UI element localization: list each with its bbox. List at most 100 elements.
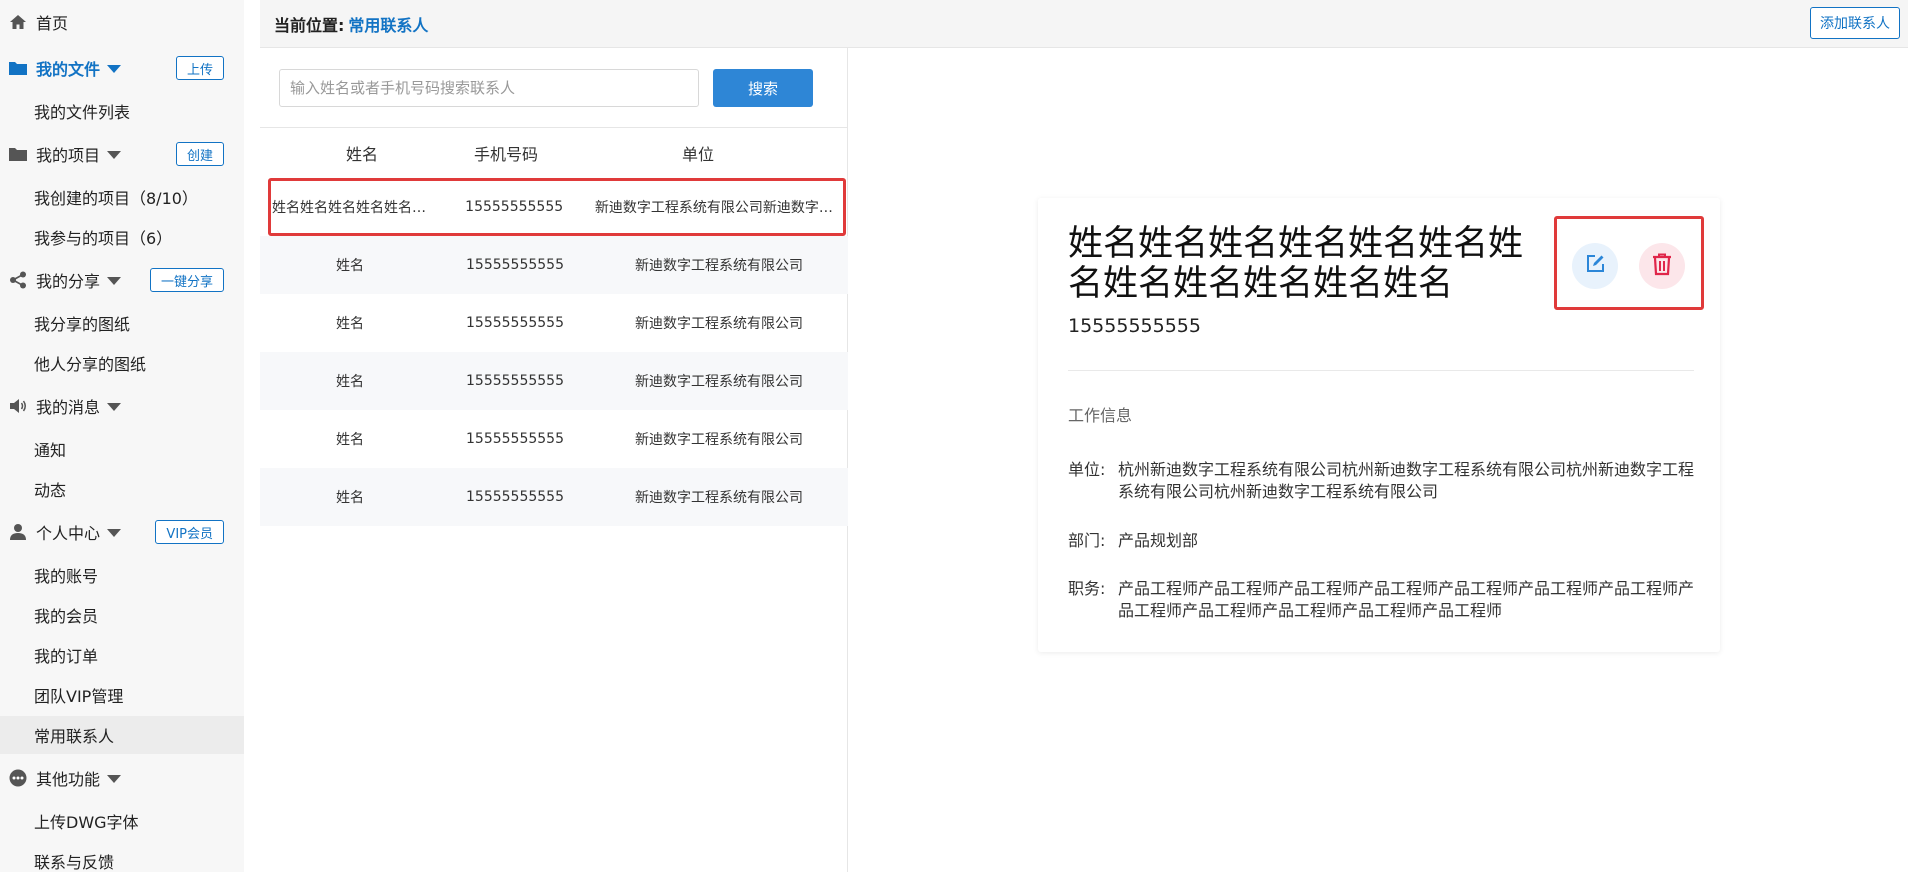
add-contact-button[interactable]: 添加联系人	[1810, 7, 1900, 39]
cell-company: 新迪数字工程系统有限公司	[635, 316, 803, 332]
breadcrumb-prefix: 当前位置:	[274, 15, 345, 35]
table-row[interactable]: 姓名 15555555555 新迪数字工程系统有限公司	[260, 410, 848, 468]
cell-name: 姓名	[336, 316, 364, 332]
table-row[interactable]: 姓名 15555555555 新迪数字工程系统有限公司	[260, 352, 848, 410]
cell-phone: 15555555555	[465, 199, 564, 215]
header-company: 单位	[681, 145, 714, 164]
sidebar-other-functions-label: 其他功能	[36, 770, 101, 789]
user-icon	[8, 522, 28, 542]
sidebar-group-personal-center[interactable]: 个人中心 VIP会员	[0, 512, 244, 552]
table-header: 姓名 手机号码 单位	[260, 128, 848, 178]
upload-button[interactable]: 上传	[175, 56, 224, 80]
cell-name: 姓名	[336, 490, 364, 506]
chevron-down-icon	[107, 403, 122, 411]
sidebar-item-upload-dwg-font[interactable]: 上传DWG字体	[0, 802, 244, 840]
sidebar-my-projects-label: 我的项目	[36, 146, 101, 165]
cell-company: 新迪数字工程系统有限公司	[635, 432, 803, 448]
sidebar-group-my-messages[interactable]: 我的消息	[0, 386, 244, 426]
sidebar-item-others-shared-drawings[interactable]: 他人分享的图纸	[0, 344, 244, 382]
department-label: 部门:	[1068, 531, 1106, 550]
contact-phone: 15555555555	[1068, 315, 1201, 337]
contact-card: 姓名姓名姓名姓名姓名姓名姓名姓名姓名姓名姓名姓名 15555555555 工作信…	[1038, 198, 1720, 652]
chevron-down-icon	[107, 775, 122, 783]
folder-icon	[8, 58, 28, 78]
company-field: 单位: 杭州新迪数字工程系统有限公司杭州新迪数字工程系统有限公司杭州新迪数字工程…	[1068, 459, 1694, 503]
sidebar-group-other-functions[interactable]: 其他功能	[0, 758, 244, 798]
chevron-down-icon	[107, 151, 122, 159]
sidebar-item-my-shared-drawings[interactable]: 我分享的图纸	[0, 304, 244, 342]
sidebar-item-my-membership[interactable]: 我的会员	[0, 596, 244, 634]
search-button[interactable]: 搜索	[713, 69, 813, 107]
cell-name: 姓名	[336, 432, 364, 448]
table-row[interactable]: 姓名姓名姓名姓名姓名姓名 15555555555 新迪数字工程系统有限公司新迪数…	[268, 178, 846, 236]
breadcrumb: 当前位置: 常用联系人 添加联系人	[260, 0, 1908, 48]
sidebar-item-joined-projects[interactable]: 我参与的项目（6）	[0, 218, 244, 256]
cell-phone: 15555555555	[466, 315, 564, 331]
department-value: 产品规划部	[1118, 531, 1199, 550]
sidebar-my-messages-label: 我的消息	[36, 398, 101, 417]
cell-company: 新迪数字工程系统有限公司	[635, 490, 803, 506]
edit-button[interactable]	[1572, 243, 1618, 289]
header-phone: 手机号码	[473, 145, 538, 164]
sidebar-item-notifications[interactable]: 通知	[0, 430, 244, 468]
sidebar: 首页 我的文件 上传 我的文件列表 我的项目 创建 我创建的项目（8/10） 我…	[0, 0, 244, 872]
create-project-button[interactable]: 创建	[175, 142, 224, 166]
cell-name: 姓名	[336, 258, 364, 274]
edit-icon	[1584, 253, 1606, 279]
cell-phone: 15555555555	[466, 489, 564, 505]
delete-button[interactable]	[1639, 243, 1685, 289]
contact-name: 姓名姓名姓名姓名姓名姓名姓名姓名姓名姓名姓名姓名	[1068, 224, 1524, 304]
sidebar-item-contacts[interactable]: 常用联系人	[0, 716, 244, 754]
table-row[interactable]: 姓名 15555555555 新迪数字工程系统有限公司	[260, 294, 848, 352]
sidebar-item-contact-feedback[interactable]: 联系与反馈	[0, 842, 244, 872]
position-field: 职务: 产品工程师产品工程师产品工程师产品工程师产品工程师产品工程师产品工程师产…	[1068, 578, 1694, 622]
divider	[1068, 370, 1694, 371]
sidebar-my-shares-label: 我的分享	[36, 272, 101, 291]
share-icon	[8, 270, 28, 290]
one-click-share-button[interactable]: 一键分享	[149, 268, 224, 292]
more-icon	[8, 768, 28, 788]
position-label: 职务:	[1068, 579, 1106, 598]
sidebar-personal-center-label: 个人中心	[36, 524, 101, 543]
department-field: 部门: 产品规划部	[1068, 530, 1694, 552]
cell-name: 姓名	[336, 374, 364, 390]
vip-member-button[interactable]: VIP会员	[155, 520, 224, 544]
sidebar-item-home[interactable]: 首页	[0, 2, 244, 42]
cell-company: 新迪数字工程系统有限公司新迪数字工程系统有限公司	[594, 200, 847, 216]
cell-name: 姓名姓名姓名姓名姓名姓名	[272, 200, 440, 216]
contact-detail-panel: 姓名姓名姓名姓名姓名姓名姓名姓名姓名姓名姓名姓名 15555555555 工作信…	[849, 48, 1908, 872]
table-row[interactable]: 姓名 15555555555 新迪数字工程系统有限公司	[260, 236, 848, 294]
table-row[interactable]: 姓名 15555555555 新迪数字工程系统有限公司	[260, 468, 848, 526]
sidebar-home-label: 首页	[36, 14, 69, 33]
company-label: 单位:	[1068, 460, 1106, 479]
speaker-icon	[8, 396, 28, 416]
header-name: 姓名	[345, 145, 378, 164]
sidebar-group-my-shares[interactable]: 我的分享 一键分享	[0, 260, 244, 300]
company-value: 杭州新迪数字工程系统有限公司杭州新迪数字工程系统有限公司杭州新迪数字工程系统有限…	[1118, 460, 1695, 501]
sidebar-item-created-projects[interactable]: 我创建的项目（8/10）	[0, 178, 244, 216]
chevron-down-icon	[107, 277, 122, 285]
cell-phone: 15555555555	[466, 373, 564, 389]
sidebar-item-my-account[interactable]: 我的账号	[0, 556, 244, 594]
cell-company: 新迪数字工程系统有限公司	[635, 374, 803, 390]
contact-actions	[1554, 216, 1704, 310]
sidebar-my-files-label: 我的文件	[36, 60, 101, 79]
sidebar-item-activity[interactable]: 动态	[0, 470, 244, 508]
work-info-title: 工作信息	[1068, 406, 1133, 425]
cell-phone: 15555555555	[466, 257, 564, 273]
chevron-down-icon	[107, 65, 122, 73]
position-value: 产品工程师产品工程师产品工程师产品工程师产品工程师产品工程师产品工程师产品工程师…	[1118, 579, 1695, 620]
chevron-down-icon	[107, 529, 122, 537]
folder-icon	[8, 144, 28, 164]
sidebar-item-my-orders[interactable]: 我的订单	[0, 636, 244, 674]
sidebar-item-file-list[interactable]: 我的文件列表	[0, 92, 244, 130]
home-icon	[8, 12, 28, 32]
trash-icon	[1651, 252, 1673, 280]
contact-list-panel: 搜索 姓名 手机号码 单位 姓名姓名姓名姓名姓名姓名 15555555555 新…	[260, 48, 848, 872]
cell-company: 新迪数字工程系统有限公司	[635, 258, 803, 274]
search-input[interactable]	[279, 69, 699, 107]
sidebar-group-my-projects[interactable]: 我的项目 创建	[0, 134, 244, 174]
breadcrumb-current[interactable]: 常用联系人	[348, 12, 428, 36]
sidebar-group-my-files[interactable]: 我的文件 上传	[0, 48, 244, 88]
sidebar-item-team-vip[interactable]: 团队VIP管理	[0, 676, 244, 714]
